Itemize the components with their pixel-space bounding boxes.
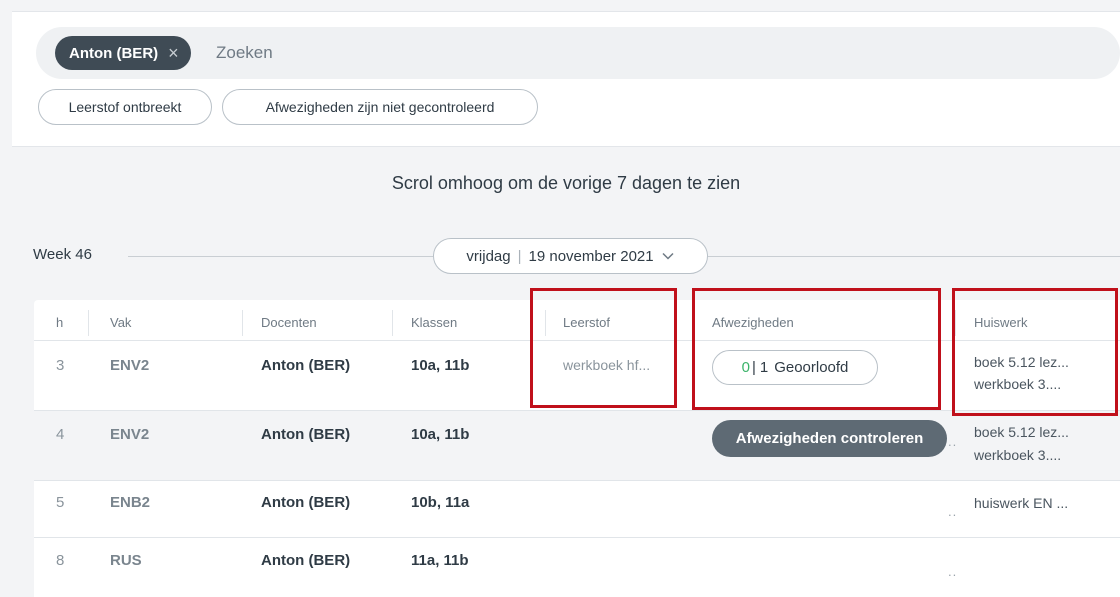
row-teacher: Anton (BER): [261, 494, 351, 511]
row-subject: ENV2: [110, 426, 150, 443]
truncation-dots: ..: [948, 564, 958, 579]
highlight-box-afwezigheden: [692, 288, 941, 410]
column-header-docenten[interactable]: Docenten: [261, 315, 317, 330]
window-left-edge: [0, 0, 12, 597]
row-hour: 8: [56, 552, 65, 569]
row-homework-1[interactable]: huiswerk EN ...: [974, 492, 1068, 514]
teacher-filter-chip[interactable]: Anton (BER) ×: [55, 36, 191, 70]
date-separator: |: [517, 247, 522, 265]
row-classes: 10a, 11b: [411, 357, 470, 374]
row-homework-2[interactable]: werkboek 3....: [974, 444, 1061, 466]
highlight-box-leerstof: [530, 288, 677, 408]
row-teacher: Anton (BER): [261, 426, 351, 443]
column-divider: [242, 310, 243, 336]
highlight-box-huiswerk: [952, 288, 1118, 416]
chevron-down-icon: [662, 252, 674, 260]
column-header-h[interactable]: h: [56, 315, 63, 330]
row-classes: 11a, 11b: [411, 552, 469, 569]
check-absences-button[interactable]: Afwezigheden controleren: [712, 420, 947, 457]
truncation-dots: ..: [948, 434, 958, 449]
scroll-up-hint[interactable]: Scrol omhoog om de vorige 7 dagen te zie…: [12, 173, 1120, 194]
row-hour: 5: [56, 494, 65, 511]
row-subject: ENV2: [110, 357, 150, 374]
row-subject: RUS: [110, 552, 142, 569]
row-teacher: Anton (BER): [261, 357, 351, 374]
week-label: Week 46: [33, 246, 92, 263]
filter-missing-material-button[interactable]: Leerstof ontbreekt: [38, 89, 212, 125]
date-value: 19 november 2021: [528, 247, 654, 265]
column-divider: [88, 310, 89, 336]
close-icon[interactable]: ×: [168, 44, 179, 62]
column-header-klassen[interactable]: Klassen: [411, 315, 457, 330]
window-top-edge: [0, 0, 1120, 12]
truncation-dots: ..: [948, 504, 958, 519]
row-teacher: Anton (BER): [261, 552, 351, 569]
search-input[interactable]: [216, 39, 616, 67]
row-hour: 3: [56, 357, 65, 374]
row-classes: 10b, 11a: [411, 494, 470, 511]
row-classes: 10a, 11b: [411, 426, 470, 443]
column-divider: [392, 310, 393, 336]
row-subject: ENB2: [110, 494, 151, 511]
date-day: vrijdag: [466, 247, 511, 265]
row-hour: 4: [56, 426, 65, 443]
week-divider-left: [128, 256, 433, 257]
column-header-vak[interactable]: Vak: [110, 315, 131, 330]
filter-unchecked-absences-button[interactable]: Afwezigheden zijn niet gecontroleerd: [222, 89, 538, 125]
week-divider-right: [708, 256, 1120, 257]
date-selector[interactable]: vrijdag | 19 november 2021: [433, 238, 708, 274]
row-homework-1[interactable]: boek 5.12 lez...: [974, 421, 1069, 443]
teacher-filter-chip-label: Anton (BER): [69, 44, 159, 62]
